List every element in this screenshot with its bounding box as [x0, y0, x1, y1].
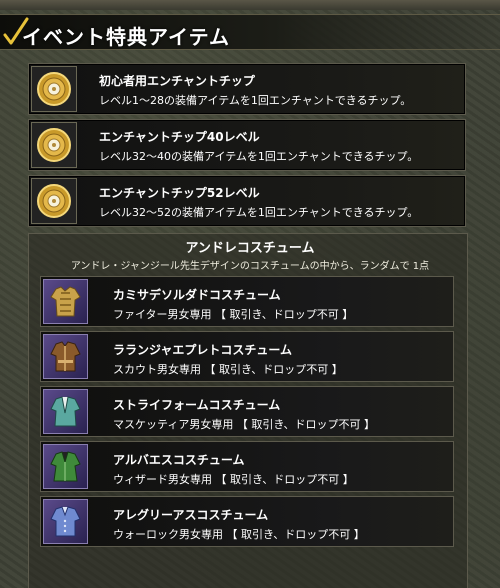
costume-icon-frame — [43, 499, 88, 544]
costume-section-title: アンドレコスチューム — [185, 241, 315, 256]
item-name: 初心者用エンチャントチップ — [99, 74, 255, 88]
item-icon-frame — [31, 178, 77, 224]
costume-icon-frame — [43, 444, 88, 489]
event-item-row: エンチャントチップ40レベル レベル32～40の装備アイテムを1回エンチャントで… — [28, 119, 466, 171]
costume-name: アルバエスコスチューム — [113, 453, 245, 467]
section-header: イベント特典アイテム — [0, 14, 500, 50]
gold-armor-costume-icon — [50, 286, 81, 317]
item-name: エンチャントチップ40レベル — [99, 130, 260, 144]
costume-item-row: アレグリーアスコスチューム ウォーロック男女専用 【 取引き、ドロップ不可 】 — [40, 496, 454, 547]
costume-description: スカウト男女専用 【 取引き、ドロップ不可 】 — [113, 363, 343, 376]
costume-name: カミサデソルダドコスチューム — [113, 288, 281, 302]
item-description: レベル1～28の装備アイテムを1回エンチャントできるチップ。 — [99, 94, 412, 107]
item-description: レベル32～52の装備アイテムを1回エンチャントできるチップ。 — [99, 206, 419, 219]
gold-chip-icon — [37, 72, 71, 106]
costume-description: マスケッティア男女専用 【 取引き、ドロップ不可 】 — [113, 418, 376, 431]
costume-name: アレグリーアスコスチューム — [113, 508, 269, 522]
item-icon-frame — [31, 66, 77, 112]
costume-icon-frame — [43, 279, 88, 324]
event-item-row: エンチャントチップ52レベル レベル32～52の装備アイテムを1回エンチャントで… — [28, 175, 466, 227]
costume-icon-frame — [43, 334, 88, 379]
costume-name: ストライフォームコスチューム — [113, 398, 281, 412]
item-description: レベル32～40の装備アイテムを1回エンチャントできるチップ。 — [99, 150, 419, 163]
blue-vest-costume-icon — [50, 506, 81, 537]
item-name: エンチャントチップ52レベル — [99, 186, 260, 200]
brown-jacket-costume-icon — [50, 341, 81, 372]
item-icon-frame — [31, 122, 77, 168]
teal-coat-costume-icon — [50, 396, 81, 427]
costume-item-row: カミサデソルダドコスチューム ファイター男女専用 【 取引き、ドロップ不可 】 — [40, 276, 454, 327]
green-robe-costume-icon — [50, 451, 81, 482]
page-title: イベント特典アイテム — [22, 25, 230, 49]
gold-chip-icon — [37, 184, 71, 218]
costume-name: ラランジャエプレトコスチューム — [113, 343, 293, 357]
costume-icon-frame — [43, 389, 88, 434]
event-item-row: 初心者用エンチャントチップ レベル1～28の装備アイテムを1回エンチャントできる… — [28, 63, 466, 115]
gold-chip-icon — [37, 128, 71, 162]
costume-description: ファイター男女専用 【 取引き、ドロップ不可 】 — [113, 308, 354, 321]
costume-item-row: ストライフォームコスチューム マスケッティア男女専用 【 取引き、ドロップ不可 … — [40, 386, 454, 437]
costume-description: ウィザード男女専用 【 取引き、ドロップ不可 】 — [113, 473, 354, 486]
top-strip — [0, 0, 500, 10]
costume-item-row: アルバエスコスチューム ウィザード男女専用 【 取引き、ドロップ不可 】 — [40, 441, 454, 492]
costume-description: ウォーロック男女専用 【 取引き、ドロップ不可 】 — [113, 528, 365, 541]
costume-section-subtitle: アンドレ・ジャンジール先生デザインのコスチュームの中から、ランダムで 1点 — [70, 261, 430, 272]
costume-item-row: ラランジャエプレトコスチューム スカウト男女専用 【 取引き、ドロップ不可 】 — [40, 331, 454, 382]
